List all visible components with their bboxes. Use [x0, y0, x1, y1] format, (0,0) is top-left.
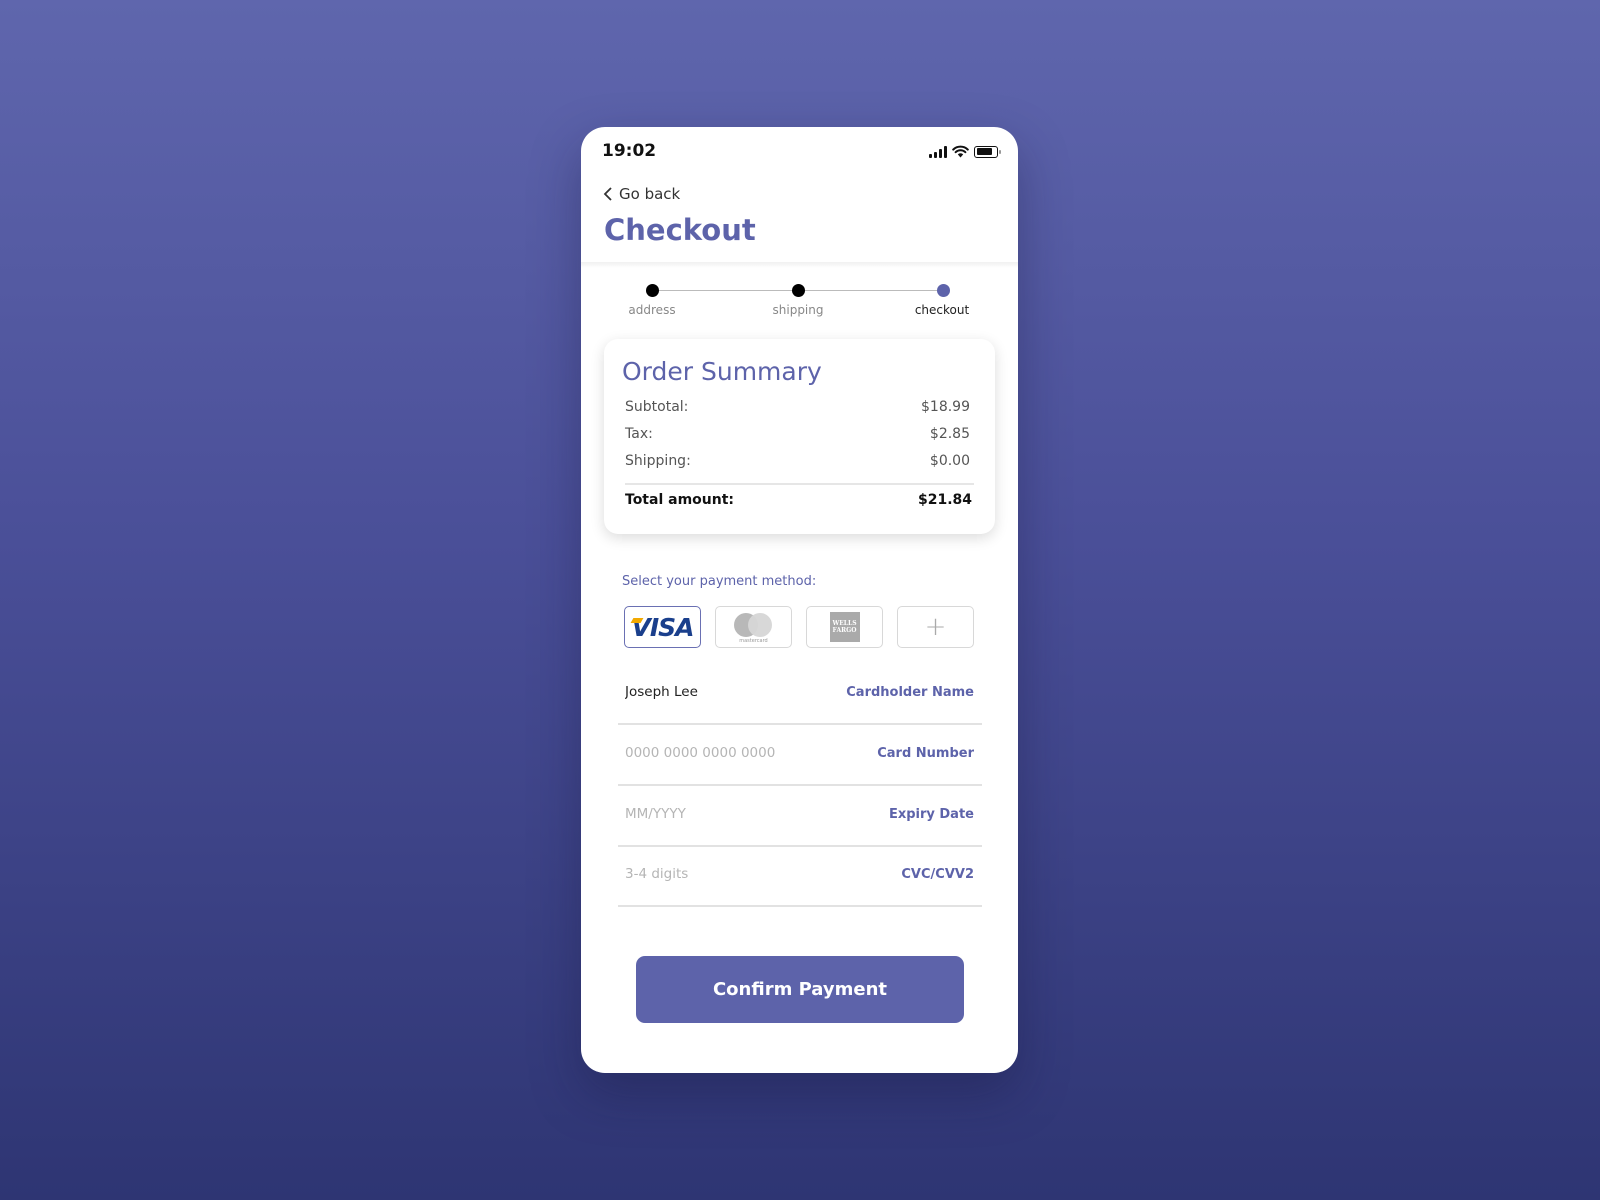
add-payment-method-button[interactable]: +	[897, 606, 974, 648]
cvc-input[interactable]	[625, 866, 845, 882]
checkout-stepper: address shipping checkout	[581, 280, 1018, 330]
cardholder-name-label: Cardholder Name	[846, 685, 974, 700]
status-bar: 19:02	[581, 127, 1018, 173]
cellular-signal-icon	[929, 145, 947, 158]
battery-icon	[974, 145, 1001, 158]
step-connector	[798, 290, 942, 291]
summary-divider	[625, 483, 974, 485]
header-divider	[581, 262, 1018, 268]
summary-row-subtotal: Subtotal: $18.99	[625, 399, 970, 415]
step-label-shipping: shipping	[772, 303, 824, 317]
summary-row-tax: Tax: $2.85	[625, 426, 970, 442]
step-dot-shipping	[792, 284, 805, 297]
wifi-icon	[952, 145, 969, 158]
phone-screen: 19:02 Go back Checkout address shipping …	[581, 127, 1018, 1073]
summary-value: $0.00	[929, 453, 970, 469]
summary-label: Tax:	[625, 426, 653, 442]
expiry-date-field: Expiry Date	[618, 787, 982, 847]
cardholder-name-input[interactable]	[625, 684, 845, 700]
cvc-field: CVC/CVV2	[618, 847, 982, 907]
card-number-field: Card Number	[618, 726, 982, 786]
plus-icon: +	[924, 612, 947, 642]
visa-logo-icon: VISA	[631, 612, 695, 642]
expiry-date-label: Expiry Date	[888, 807, 974, 822]
summary-label: Shipping:	[625, 453, 691, 469]
order-summary-card: Order Summary Subtotal: $18.99 Tax: $2.8…	[604, 339, 995, 534]
payment-method-options: VISA mastercard WELLS FARGO +	[624, 606, 974, 648]
status-icons	[929, 145, 1001, 158]
summary-row-total: Total amount: $21.84	[625, 492, 972, 508]
step-dot-address	[646, 284, 659, 297]
step-label-address: address	[628, 303, 676, 317]
summary-label: Subtotal:	[625, 399, 689, 415]
card-number-input[interactable]	[625, 745, 845, 761]
chevron-left-icon	[603, 187, 612, 201]
cardholder-name-field: Cardholder Name	[618, 665, 982, 725]
payment-option-mastercard[interactable]: mastercard	[715, 606, 792, 648]
go-back-label: Go back	[619, 185, 681, 203]
card-number-label: Card Number	[877, 746, 974, 761]
summary-value: $2.85	[929, 426, 970, 442]
payment-option-visa[interactable]: VISA	[624, 606, 701, 648]
order-summary-title: Order Summary	[622, 357, 822, 386]
total-label: Total amount:	[625, 492, 734, 508]
mastercard-logo-icon: mastercard	[733, 610, 774, 644]
step-dot-checkout	[937, 284, 950, 297]
summary-row-shipping: Shipping: $0.00	[625, 453, 970, 469]
step-label-checkout: checkout	[914, 303, 970, 317]
wells-fargo-logo-icon: WELLS FARGO	[829, 612, 860, 642]
summary-value: $18.99	[921, 399, 970, 415]
cvc-label: CVC/CVV2	[901, 867, 974, 882]
expiry-date-input[interactable]	[625, 806, 845, 822]
page-title: Checkout	[604, 213, 756, 247]
go-back-link[interactable]: Go back	[603, 185, 680, 203]
total-value: $21.84	[917, 492, 972, 508]
confirm-payment-button[interactable]: Confirm Payment	[636, 956, 964, 1023]
payment-option-wells-fargo[interactable]: WELLS FARGO	[806, 606, 883, 648]
status-time: 19:02	[602, 141, 657, 161]
payment-method-prompt: Select your payment method:	[622, 574, 817, 589]
step-connector	[652, 290, 798, 291]
